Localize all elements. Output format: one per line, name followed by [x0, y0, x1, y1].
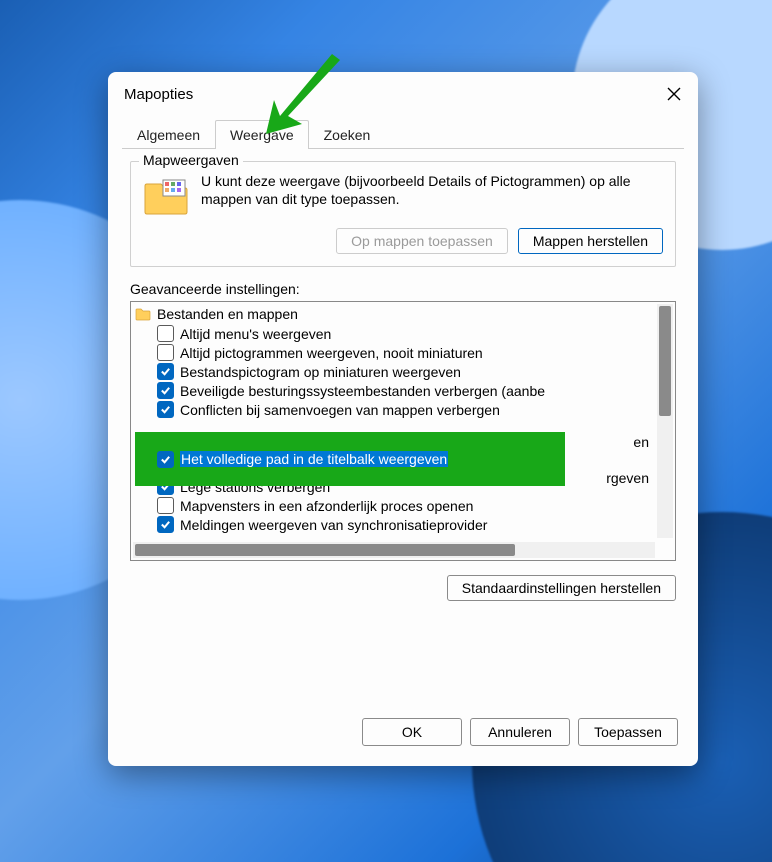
tab-general[interactable]: Algemeen — [122, 120, 215, 149]
folder-views-icon — [143, 176, 189, 216]
scrollbar-thumb[interactable] — [135, 544, 515, 556]
dialog-footer: OK Annuleren Toepassen — [108, 702, 698, 766]
tree-item-partial: rgeven — [606, 470, 649, 486]
horizontal-scrollbar[interactable] — [133, 542, 655, 558]
checkbox[interactable] — [157, 344, 174, 361]
tree-item[interactable]: Meldingen weergeven van synchronisatiepr… — [135, 515, 675, 534]
folder-icon — [135, 307, 151, 321]
tree-item[interactable]: Altijd pictogrammen weergeven, nooit min… — [135, 343, 675, 362]
tab-search[interactable]: Zoeken — [309, 120, 386, 149]
tree-item-partial: en — [633, 434, 649, 450]
tree-item-label-selected: Het volledige pad in de titelbalk weerge… — [180, 451, 448, 467]
advanced-settings-tree[interactable]: Bestanden en mappen Altijd menu's weerge… — [130, 301, 676, 561]
tab-view[interactable]: Weergave — [215, 120, 309, 149]
tree-item[interactable]: Altijd menu's weergeven — [135, 324, 675, 343]
close-icon[interactable] — [662, 82, 686, 106]
checkbox[interactable] — [157, 382, 174, 399]
folder-options-dialog: Mapopties Algemeen Weergave Zoeken Mapwe… — [108, 72, 698, 766]
folder-views-group: Mapweergaven U kunt deze weergave (bijvo… — [130, 161, 676, 267]
apply-to-folders-button: Op mappen toepassen — [336, 228, 508, 254]
tree-item-label: Beveiligde besturingssysteembestanden ve… — [180, 383, 545, 399]
checkbox[interactable] — [157, 363, 174, 380]
reset-folders-button[interactable]: Mappen herstellen — [518, 228, 663, 254]
highlight-annotation: Het volledige pad in de titelbalk weerge… — [135, 432, 565, 486]
restore-defaults-button[interactable]: Standaardinstellingen herstellen — [447, 575, 676, 601]
tree-item[interactable]: Beveiligde besturingssysteembestanden ve… — [135, 381, 675, 400]
tree-item-label: Mapvensters in een afzonderlijk proces o… — [180, 498, 473, 514]
checkbox[interactable] — [157, 401, 174, 418]
tree-item[interactable]: Mapvensters in een afzonderlijk proces o… — [135, 496, 675, 515]
checkbox[interactable] — [157, 325, 174, 342]
tree-root-label: Bestanden en mappen — [157, 306, 298, 322]
apply-button[interactable]: Toepassen — [578, 718, 678, 746]
cancel-button[interactable]: Annuleren — [470, 718, 570, 746]
folder-views-description: U kunt deze weergave (bijvoorbeeld Detai… — [201, 172, 663, 208]
tree-item[interactable]: Conflicten bij samenvoegen van mappen ve… — [135, 400, 675, 419]
tab-strip: Algemeen Weergave Zoeken — [108, 114, 698, 149]
tab-content-view: Mapweergaven U kunt deze weergave (bijvo… — [108, 149, 698, 702]
tree-item[interactable]: Bestandspictogram op miniaturen weergeve… — [135, 362, 675, 381]
titlebar: Mapopties — [108, 72, 698, 114]
tree-root: Bestanden en mappen — [135, 304, 675, 324]
tree-item-label: Altijd pictogrammen weergeven, nooit min… — [180, 345, 483, 361]
checkbox[interactable] — [157, 497, 174, 514]
checkbox[interactable] — [157, 516, 174, 533]
tree-item-label: Bestandspictogram op miniaturen weergeve… — [180, 364, 461, 380]
scrollbar-thumb[interactable] — [659, 306, 671, 416]
advanced-settings-label: Geavanceerde instellingen: — [130, 281, 676, 297]
ok-button[interactable]: OK — [362, 718, 462, 746]
checkbox[interactable] — [157, 451, 174, 468]
vertical-scrollbar[interactable] — [657, 304, 673, 538]
window-title: Mapopties — [124, 86, 193, 103]
tree-item-label: Altijd menu's weergeven — [180, 326, 331, 342]
tree-item-label: Conflicten bij samenvoegen van mappen ve… — [180, 402, 500, 418]
tree-item-label: Meldingen weergeven van synchronisatiepr… — [180, 517, 487, 533]
folder-views-legend: Mapweergaven — [139, 152, 243, 168]
